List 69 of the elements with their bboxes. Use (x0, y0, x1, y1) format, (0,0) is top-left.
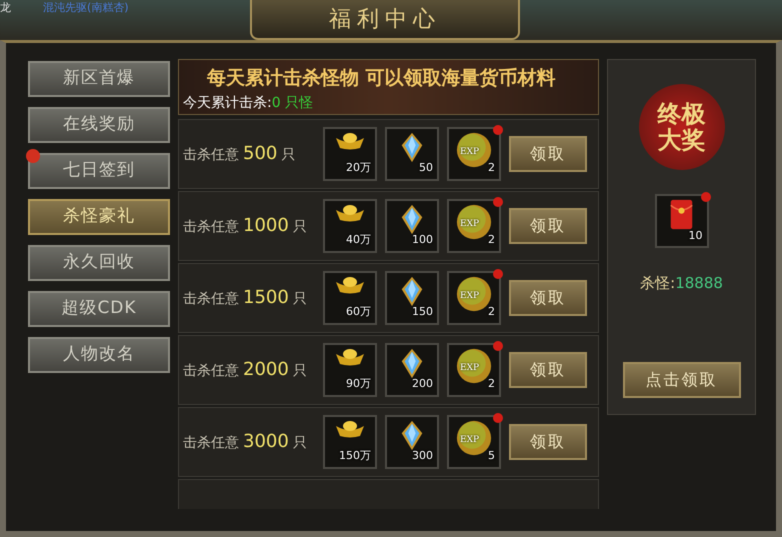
reward-amount: 300 (412, 448, 433, 464)
reward-amount: 90万 (346, 376, 371, 392)
kill-count: 2000 (242, 358, 290, 382)
sidebar-tab[interactable]: 杀怪豪礼 (28, 199, 170, 235)
unit-label: 只 (292, 362, 307, 381)
kill-requirement-label: 击杀任意 (183, 362, 239, 381)
claim-button[interactable]: 领取 (509, 352, 587, 388)
reward-amount: 150 (412, 304, 433, 320)
claim-all-button[interactable]: 点击领取 (622, 362, 741, 398)
kill-requirement-label: 击杀任意 (183, 434, 239, 453)
reward-amount: 5 (488, 448, 495, 464)
reward-amount: 20万 (346, 160, 371, 176)
kill-count: 1000 (242, 214, 290, 238)
ingot-icon (335, 348, 365, 366)
unit-label: 只 (292, 290, 307, 309)
reward-amount: 50 (419, 160, 433, 176)
reward-amount: 40万 (346, 232, 371, 248)
kill-requirement-label: 击杀任意 (183, 146, 239, 165)
crystal-icon (401, 420, 423, 450)
envelope-icon (670, 199, 694, 230)
orb-label: EXP (460, 434, 480, 446)
kill-requirement-label: 击杀任意 (183, 218, 239, 237)
claim-button[interactable]: 领取 (509, 208, 587, 244)
kills-label: 杀怪: (640, 273, 676, 294)
sidebar-tab[interactable]: 永久回收 (28, 245, 170, 281)
reward-amount: 100 (412, 232, 433, 248)
kill-requirement-label: 击杀任意 (183, 290, 239, 309)
claim-button[interactable]: 领取 (509, 280, 587, 316)
unit-label: 只 (292, 434, 307, 453)
ingot-icon (335, 204, 365, 222)
banner-headline: 每天累计击杀怪物 可以领取海量货币材料 (206, 66, 557, 91)
claim-button[interactable]: 领取 (509, 136, 587, 172)
crystal-icon (401, 132, 423, 162)
crystal-icon (401, 204, 423, 234)
background-text: 龙 (0, 0, 11, 16)
kill-count: 500 (242, 142, 278, 166)
crystal-icon (401, 348, 423, 378)
prize-title: 大奖 (658, 127, 706, 154)
claim-button[interactable]: 领取 (509, 424, 587, 460)
ingot-icon (335, 420, 365, 438)
ingot-icon (335, 132, 365, 150)
progress-value: 0 只怪 (272, 94, 314, 112)
unit-label: 只 (281, 146, 296, 165)
reward-amount: 2 (488, 160, 495, 176)
reward-amount: 10 (688, 228, 703, 244)
orb-label: EXP (460, 290, 480, 302)
kill-count: 1500 (242, 286, 290, 310)
reward-amount: 2 (488, 232, 495, 248)
reward-amount: 200 (412, 376, 433, 392)
crystal-icon (401, 276, 423, 306)
orb-label: EXP (460, 362, 480, 374)
unit-label: 只 (292, 218, 307, 237)
orb-label: EXP (460, 146, 480, 158)
background-text: 混沌先驱(南糕杏) (43, 0, 129, 16)
prize-title: 终极 (658, 100, 706, 127)
progress-label: 今天累计击杀: (183, 94, 272, 112)
sidebar-tab[interactable]: 在线奖励 (28, 107, 170, 143)
window-title: 福利中心 (250, 0, 520, 40)
reward-amount: 60万 (346, 304, 371, 320)
sidebar-tab[interactable]: 人物改名 (28, 337, 170, 373)
sidebar-tab[interactable]: 超级CDK (28, 291, 170, 327)
kill-count: 3000 (242, 430, 290, 454)
reward-amount: 2 (488, 376, 495, 392)
reward-amount: 2 (488, 304, 495, 320)
sidebar-tab[interactable]: 新区首爆 (28, 61, 170, 97)
orb-label: EXP (460, 218, 480, 230)
ingot-icon (335, 276, 365, 294)
reward-amount: 150万 (339, 448, 371, 464)
kills-value: 18888 (675, 273, 723, 294)
